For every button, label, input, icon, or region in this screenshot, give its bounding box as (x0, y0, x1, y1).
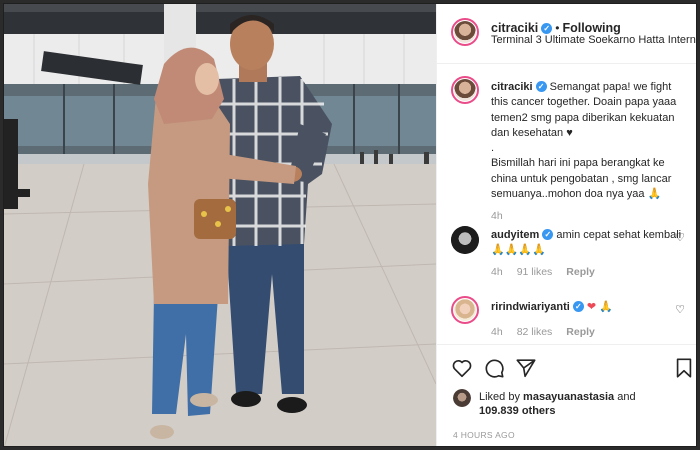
comment-avatar[interactable] (451, 226, 479, 254)
caption-time[interactable]: 4h (491, 210, 503, 222)
liker-avatar[interactable] (453, 389, 471, 407)
share-icon[interactable] (515, 357, 537, 379)
post-photo[interactable] (4, 4, 436, 446)
separator-dot: • (555, 21, 560, 35)
bookmark-icon[interactable] (673, 357, 695, 379)
heart-icon[interactable] (451, 357, 473, 379)
author-avatar[interactable] (451, 18, 479, 46)
comment-username[interactable]: audyitem (491, 229, 539, 241)
comment-avatar[interactable] (451, 296, 479, 324)
comment-like-heart-icon[interactable]: ♡ (674, 232, 686, 244)
author-username[interactable]: citraciki (491, 21, 538, 35)
comment-avatar-image (451, 226, 479, 254)
comment-icon[interactable] (483, 357, 505, 379)
comment-body: audyitem ✓ amin cepat sehat kembali 🙏🙏🙏🙏 (491, 228, 687, 259)
likes-summary: Liked by masayuanastasia and 109.839 oth… (479, 390, 689, 418)
praying-hands-emoji: 🙏 (647, 188, 662, 201)
likes-and: and (617, 391, 636, 403)
comment-likes[interactable]: 82 likes (517, 326, 553, 338)
praying-hands-emoji: 🙏🙏🙏🙏 (491, 244, 546, 257)
reply-button[interactable]: Reply (566, 266, 595, 278)
comment-meta: 4h 82 likes Reply (491, 326, 609, 338)
caption-dot: . (491, 142, 495, 155)
post-timestamp[interactable]: 4 HOURS AGO (453, 430, 515, 440)
liked-by-prefix: Liked by (479, 391, 520, 403)
liker-avatar-image (453, 389, 471, 407)
comment-meta: 4h 91 likes Reply (491, 266, 609, 278)
liker-username[interactable]: masayuanastasia (523, 391, 614, 403)
comment-like-heart-icon[interactable]: ♡ (674, 304, 686, 316)
caption-username[interactable]: citraciki (491, 81, 533, 93)
following-button[interactable]: Following (562, 21, 620, 35)
caption-avatar-image (454, 79, 476, 101)
likes-count[interactable]: 109.839 others (479, 405, 555, 417)
post-header: citraciki ✓ • Following Terminal 3 Ultimate… (437, 4, 696, 64)
red-heart-emoji: ❤ (586, 301, 597, 313)
photo-illustration (4, 4, 436, 446)
post-side-panel: citraciki ✓ • Following Terminal 3 Ultimate… (436, 4, 696, 446)
comment-username[interactable]: ririndwiariyanti (491, 301, 570, 313)
comment-time[interactable]: 4h (491, 326, 503, 338)
comment-text: amin cepat sehat kembali (556, 229, 682, 241)
comment-time[interactable]: 4h (491, 266, 503, 278)
verified-badge-icon: ✓ (572, 301, 584, 312)
caption-text-2: Bismillah hari ini papa berangkat ke chi… (491, 157, 672, 201)
caption-avatar[interactable] (451, 76, 479, 104)
caption-meta: 4h (491, 210, 517, 222)
comment-body: ririndwiariyanti ✓ ❤ 🙏 (491, 300, 687, 315)
comment-avatar-image (454, 299, 476, 321)
comment-likes[interactable]: 91 likes (517, 266, 553, 278)
post-location[interactable]: Terminal 3 Ultimate Soekarno Hatta Inter… (491, 34, 696, 46)
verified-badge-icon: ✓ (542, 229, 554, 240)
praying-hands-emoji: 🙏 (599, 301, 613, 313)
verified-badge-icon: ✓ (535, 81, 547, 92)
post-actions: Liked by masayuanastasia and 109.839 oth… (437, 344, 696, 446)
author-avatar-image (454, 21, 476, 43)
comments-section[interactable]: citraciki ✓ Semangat papa! we fight this … (437, 64, 696, 344)
instagram-post-modal: citraciki ✓ • Following Terminal 3 Ultimate… (3, 3, 697, 447)
verified-badge-icon: ✓ (541, 23, 553, 34)
caption-body: citraciki ✓ Semangat papa! we fight this … (491, 80, 687, 202)
reply-button[interactable]: Reply (566, 326, 595, 338)
